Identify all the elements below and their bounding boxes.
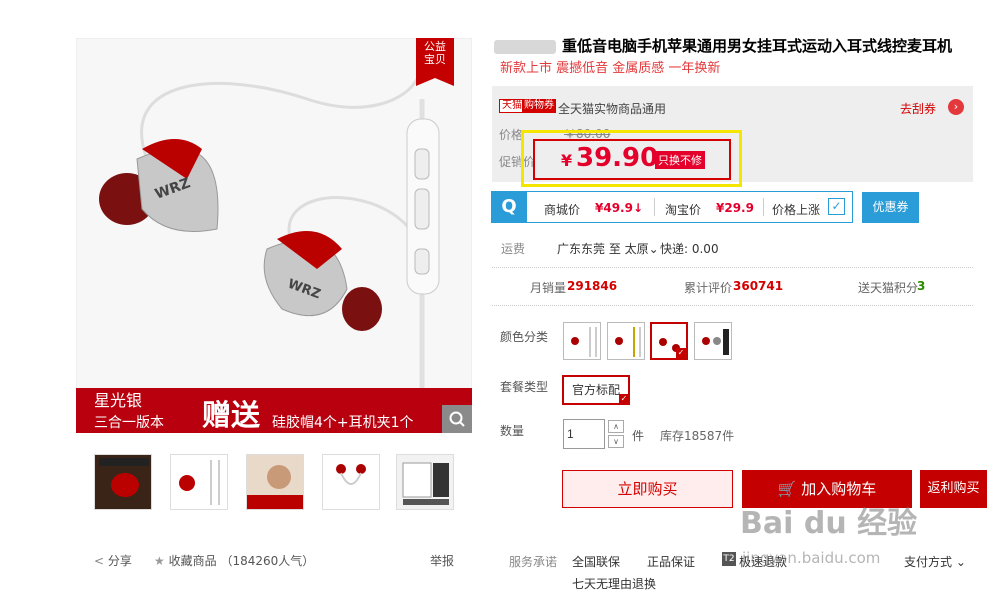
monthly-sales-label: 月销量 (530, 281, 567, 295)
favorite-label: 收藏商品 (168, 554, 217, 568)
divider (763, 198, 764, 216)
banner-gift-detail: 硅胶帽4个+耳机夹1个 (272, 415, 414, 431)
thumbnail-image (323, 455, 379, 509)
quantity-label: 数量 (500, 424, 525, 438)
check-icon: ✓ (676, 348, 686, 358)
shipping-label: 运费 (501, 242, 526, 256)
coupon-button[interactable]: 优惠券 (862, 192, 919, 223)
mall-price: ¥49.9↓ (595, 201, 644, 215)
quantity-increase[interactable]: ∧ (608, 420, 624, 433)
public-welfare-badge: 公益 宝贝 (416, 38, 454, 86)
thumbnail-3[interactable] (246, 454, 304, 510)
thumbnail-image (171, 455, 227, 509)
chevron-down-icon: ⌄ (955, 555, 966, 569)
quantity-input[interactable] (563, 419, 605, 449)
banner-edition: 三合一版本 (94, 415, 164, 431)
price-rise-label: 价格上涨 (772, 203, 821, 217)
earphone-illustration: WRZ WRZ (77, 39, 471, 432)
price-compare-icon[interactable]: Q (491, 191, 527, 223)
banner-color-name: 星光银 (94, 391, 143, 410)
fast-refund-icon: T2 (722, 552, 736, 566)
payment-label: 支付方式 (904, 555, 953, 569)
package-option-selected[interactable]: 官方标配 ✓ (562, 375, 630, 405)
share-link[interactable]: < 分享 (94, 552, 132, 569)
favorite-link[interactable]: ★ 收藏商品 （184260人气） (154, 552, 314, 569)
points-value: 3 (917, 279, 926, 293)
reviews-value[interactable]: 360741 (733, 279, 783, 293)
chevron-right-icon[interactable]: › (948, 99, 964, 115)
popularity-count: （184260人气） (220, 554, 315, 568)
share-icon: < (94, 554, 105, 568)
shopping-coupon-tag: 购物券 (522, 99, 556, 113)
service-item[interactable]: 七天无理由退换 (572, 575, 656, 592)
baidu-watermark-url: jingyan.baidu.com (742, 549, 881, 567)
package-label: 套餐类型 (500, 380, 549, 394)
shipping-fee: 快递: 0.00 (660, 242, 719, 256)
promo-price: 39.90 (576, 143, 659, 173)
product-subtitle: 新款上市 震撼低音 金属质感 一年换新 (500, 61, 721, 76)
chevron-down-icon: ⌄ (648, 242, 659, 256)
blurred-brand (494, 39, 556, 54)
rebate-buy-button[interactable]: 返利购买 (920, 470, 987, 508)
price-label: 价格 (499, 128, 524, 142)
mall-price-label: 商城价 (544, 203, 581, 217)
price-rise-checkbox[interactable]: ✓ (828, 198, 845, 215)
add-to-cart-label: 加入购物车 (801, 480, 877, 498)
coupon-description: 全天猫实物商品通用 (558, 102, 667, 116)
color-label: 颜色分类 (500, 330, 549, 344)
color-option-3-selected[interactable]: ✓ (650, 322, 688, 360)
star-icon: ★ (154, 554, 165, 568)
buy-now-button[interactable]: 立即购买 (562, 470, 733, 508)
shipping-route-text: 广东东莞 至 太原 (557, 242, 649, 256)
main-product-image[interactable]: WRZ WRZ (76, 38, 472, 433)
get-coupon-link[interactable]: 去刮券 (900, 100, 936, 117)
divider (492, 305, 973, 306)
color-option-2[interactable] (607, 322, 645, 360)
thumbnail-4[interactable] (322, 454, 380, 510)
thumbnail-1[interactable] (94, 454, 152, 510)
divider (654, 198, 655, 216)
swap-only-badge: 只换不修 (655, 151, 705, 169)
service-item[interactable]: 全国联保 (572, 553, 620, 570)
thumbnail-image (397, 455, 453, 509)
color-option-4[interactable] (694, 322, 732, 360)
shipping-route[interactable]: 广东东莞 至 太原⌄ (557, 240, 659, 257)
service-item[interactable]: 正品保证 (647, 553, 695, 570)
cart-icon: 🛒 (777, 480, 797, 498)
quantity-decrease[interactable]: ∨ (608, 435, 624, 448)
stock-count: 库存18587件 (660, 429, 735, 443)
product-title: 重低音电脑手机苹果通用男女挂耳式运动入耳式线控麦耳机 (494, 35, 964, 56)
search-icon (449, 411, 465, 427)
report-link[interactable]: 举报 (430, 552, 454, 569)
zoom-button[interactable] (442, 405, 472, 433)
swatch-image (695, 323, 731, 359)
reviews-label: 累计评价 (684, 281, 733, 295)
product-title-text: 重低音电脑手机苹果通用男女挂耳式运动入耳式线控麦耳机 (562, 37, 953, 55)
share-label: 分享 (107, 554, 132, 568)
taobao-price-label: 淘宝价 (665, 203, 702, 217)
thumbnail-image (247, 455, 303, 509)
package-option-label: 官方标配 (571, 383, 620, 397)
quantity-unit: 件 (632, 429, 645, 443)
service-label: 服务承诺 (509, 555, 558, 569)
baidu-watermark: Bai du 经验 (740, 506, 918, 541)
divider (492, 267, 973, 268)
banner-gift-word: 赠送 (202, 398, 261, 432)
monthly-sales-value: 291846 (567, 279, 618, 293)
thumbnail-image (95, 455, 151, 509)
swatch-image (608, 323, 644, 359)
taobao-price: ¥29.9 (716, 201, 754, 215)
points-label: 送天猫积分 (858, 281, 919, 295)
thumbnail-2[interactable] (170, 454, 228, 510)
payment-methods[interactable]: 支付方式 ⌄ (904, 553, 966, 570)
thumbnail-5[interactable] (396, 454, 454, 510)
check-icon: ✓ (619, 394, 629, 404)
swatch-image (564, 323, 600, 359)
color-option-1[interactable] (563, 322, 601, 360)
currency-symbol: ¥ (561, 151, 573, 170)
